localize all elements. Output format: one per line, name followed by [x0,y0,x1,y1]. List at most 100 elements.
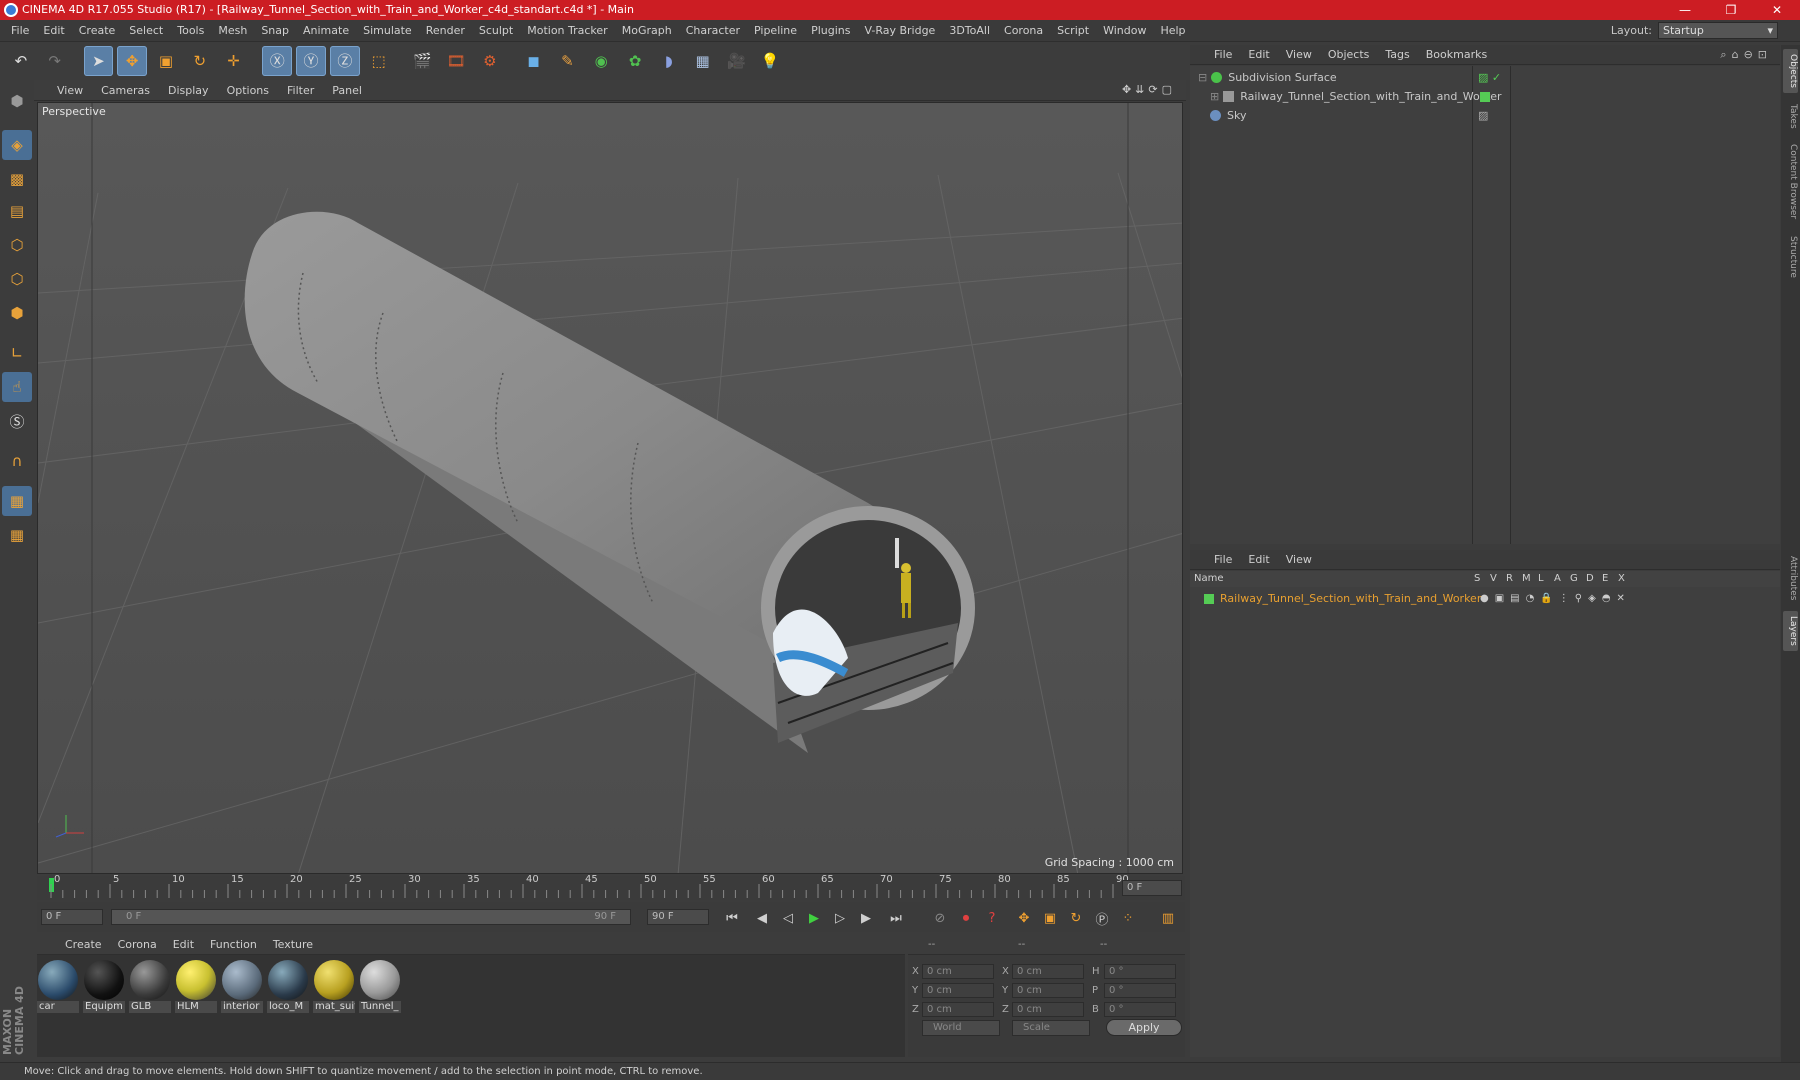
tab-takes[interactable]: Takes [1783,99,1798,133]
layer-col-e[interactable]: E [1602,573,1608,584]
visibility-icon[interactable]: ▨ [1478,109,1488,122]
layer-col-g[interactable]: G [1570,573,1578,584]
material-swatch[interactable]: GLB [129,959,171,1015]
material-swatch[interactable]: loco_M [267,959,309,1015]
menu-corona[interactable]: Corona [997,24,1050,37]
close-button[interactable]: ✕ [1754,0,1800,20]
material-menu-texture[interactable]: Texture [265,938,321,951]
viewport-nav-icons[interactable]: ✥⇊⟳▢ [1122,83,1176,96]
material-menu-create[interactable]: Create [57,938,110,951]
next-frame-icon[interactable]: ▷ [829,907,851,929]
menu-snap[interactable]: Snap [254,24,296,37]
previous-frame-icon[interactable]: ◁ [777,907,799,929]
objects-menu-file[interactable]: File [1206,48,1240,61]
apply-button[interactable]: Apply [1106,1019,1182,1036]
end-frame-field[interactable]: 90 F [647,909,709,925]
3d-viewport[interactable]: Perspective Grid Spacing : 1000 cm [37,102,1183,874]
select-arrow-icon[interactable]: ➤ [83,45,114,76]
material-swatch[interactable]: mat_suit [313,959,355,1015]
material-swatch[interactable]: Tunnel_ [359,959,401,1015]
layer-color-swatch[interactable] [1204,593,1214,604]
position-x-field[interactable]: 0 cm [922,964,994,979]
menu-simulate[interactable]: Simulate [356,24,419,37]
x-axis-icon[interactable]: Ⓧ [262,45,293,76]
edit-render-settings-icon[interactable]: ⚙ [475,46,505,76]
menu-3dtoall[interactable]: 3DToAll [942,24,997,37]
layer-row[interactable]: Railway_Tunnel_Section_with_Train_and_Wo… [1190,589,1780,608]
visibility-check-icon[interactable]: ▨ ✓ [1478,71,1501,84]
key-scale-icon[interactable]: ▣ [1039,907,1061,929]
timeline-window-icon[interactable]: ▥ [1157,907,1179,929]
tweak-mode-icon[interactable]: ☝ [2,372,32,402]
layer-color-icon[interactable] [1480,91,1490,102]
menu-sculpt[interactable]: Sculpt [472,24,520,37]
size-y-field[interactable]: 0 cm [1012,983,1084,998]
objects-menu-bookmarks[interactable]: Bookmarks [1418,48,1495,61]
range-slider[interactable]: 0 F 90 F [111,909,631,925]
menu-mesh[interactable]: Mesh [211,24,254,37]
layout-dropdown[interactable]: Startup [1658,22,1778,39]
layer-col-x[interactable]: X [1618,573,1625,584]
size-mode-dropdown[interactable]: Scale [1012,1020,1090,1036]
key-position-icon[interactable]: ✥ [1013,907,1035,929]
axis-mode-icon[interactable]: ∟ [2,338,32,368]
viewport-menu-view[interactable]: View [48,84,92,97]
size-z-field[interactable]: 0 cm [1012,1002,1084,1017]
viewport-menu-options[interactable]: Options [218,84,278,97]
tab-content-browser[interactable]: Content Browser [1783,139,1798,225]
menu-mograph[interactable]: MoGraph [615,24,679,37]
texture-mode-icon[interactable]: ▩ [2,164,32,194]
rotate-icon[interactable]: ↻ [185,46,215,76]
menu-animate[interactable]: Animate [296,24,356,37]
maximize-button[interactable]: ❐ [1708,0,1754,20]
menu-pipeline[interactable]: Pipeline [747,24,804,37]
layers-menu-edit[interactable]: Edit [1240,553,1277,566]
render-picture-viewer-icon[interactable]: 🎞 [441,46,471,76]
previous-key-icon[interactable]: ◀ [751,907,773,929]
make-editable-icon[interactable]: ⬢ [2,86,32,116]
material-menu-function[interactable]: Function [202,938,265,951]
z-axis-icon[interactable]: Ⓩ [329,45,360,76]
rotation-p-field[interactable]: 0 ° [1104,983,1176,998]
layer-col-m[interactable]: M [1522,573,1531,584]
menu-select[interactable]: Select [122,24,170,37]
layers-menu-file[interactable]: File [1206,553,1240,566]
keyframe-selection-icon[interactable]: ? [981,907,1003,929]
minimize-button[interactable]: — [1662,0,1708,20]
points-mode-icon[interactable]: ⬡ [2,230,32,260]
object-row-subdivision[interactable]: ⊟ Subdivision Surface ▨ ✓ [1190,68,1780,87]
menu-file[interactable]: File [4,24,36,37]
objects-menu-view[interactable]: View [1278,48,1320,61]
workplane-icon[interactable]: ▤ [2,196,32,226]
layer-col-a[interactable]: A [1554,573,1561,584]
rotation-h-field[interactable]: 0 ° [1104,964,1176,979]
menu-script[interactable]: Script [1050,24,1096,37]
tab-layers[interactable]: Layers [1783,611,1798,651]
coordinate-mode-dropdown[interactable]: World [922,1020,1000,1036]
viewport-menu-cameras[interactable]: Cameras [92,84,159,97]
snap-icon[interactable]: Ⓢ [2,406,32,436]
menu-vray-bridge[interactable]: V-Ray Bridge [857,24,942,37]
object-row-tunnel[interactable]: ⊞ Railway_Tunnel_Section_with_Train_and_… [1190,87,1780,106]
material-swatch[interactable]: interior [221,959,263,1015]
coordinate-system-icon[interactable]: ⬚ [364,46,394,76]
menu-render[interactable]: Render [419,24,472,37]
light-icon[interactable]: 💡 [755,46,785,76]
key-pla-icon[interactable]: ⁘ [1117,907,1139,929]
expand-icon[interactable]: ⊞ [1210,90,1219,103]
record-keys-icon[interactable]: ⊘ [929,907,951,929]
layer-col-d[interactable]: D [1586,573,1594,584]
cube-icon[interactable]: ◼ [519,46,549,76]
menu-character[interactable]: Character [679,24,747,37]
position-z-field[interactable]: 0 cm [922,1002,994,1017]
collapse-icon[interactable]: ⊟ [1198,71,1207,84]
subdivision-icon[interactable]: ◉ [586,46,616,76]
pen-icon[interactable]: ✎ [553,46,583,76]
deformer-icon[interactable]: ◗ [654,46,684,76]
menu-window[interactable]: Window [1096,24,1153,37]
viewport-menu-display[interactable]: Display [159,84,218,97]
material-menu-corona[interactable]: Corona [110,938,165,951]
menu-plugins[interactable]: Plugins [804,24,857,37]
model-mode-icon[interactable]: ◈ [2,130,32,160]
material-swatch[interactable]: HLM [175,959,217,1015]
